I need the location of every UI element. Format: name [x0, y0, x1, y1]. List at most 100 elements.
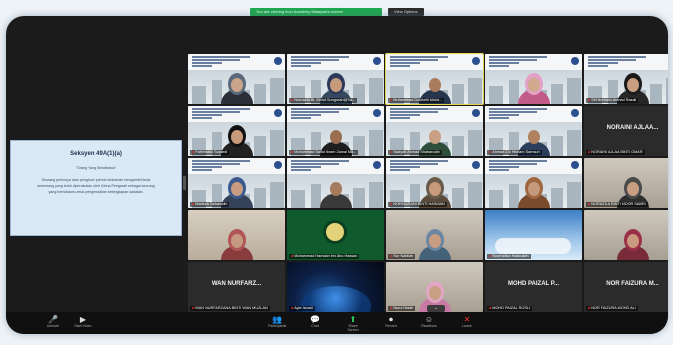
participant-name: WAN NURFARZANA BINTI WAN MUZLAN: [195, 306, 268, 310]
record-button[interactable]: ⏺ Record: [382, 315, 400, 332]
event-banner: [386, 54, 483, 70]
participant-tile[interactable]: ⌀Mohammad Hamdan bin Abu Hassan: [287, 210, 384, 260]
participant-tile[interactable]: NOR FAIZURA M... ⌀NOR FAIZURA MOHD ALI: [584, 262, 668, 312]
muted-mic-icon: ⌀: [489, 150, 492, 154]
participant-tile[interactable]: ⌀Ayie Ismail: [287, 262, 384, 312]
participant-name: Fathimatul Supardi: [195, 150, 228, 154]
participant-display-name: NORAINI AJLAA...: [606, 125, 659, 131]
muted-mic-icon: ⌀: [489, 254, 492, 258]
muted-mic-icon: ⌀: [588, 202, 591, 206]
muted-mic-icon: ⌀: [291, 254, 294, 258]
event-banner: [188, 54, 285, 70]
participants-button[interactable]: 👥 Participants: [268, 315, 286, 332]
view-options-button[interactable]: View Options: [388, 8, 424, 16]
agency-logo-icon: [472, 109, 480, 117]
muted-mic-icon: ⌀: [291, 306, 294, 310]
share-screen-button[interactable]: ⬆ Share Screen: [344, 315, 362, 332]
participant-name: Ayie Ismail: [294, 306, 313, 310]
participant-tile[interactable]: NORAINI AJLAA... ⌀NORAINI AJLAA BINTI OMA…: [584, 106, 668, 156]
event-banner: [584, 54, 668, 70]
participant-tile[interactable]: ⌀Fathimatul Supardi: [188, 106, 285, 156]
participant-name: Mohammad Hamdan bin Abu Hassan: [294, 254, 358, 258]
participant-name-label: ⌀Mohammad Saiful Ikram Zainal Ma...: [289, 150, 359, 155]
leave-button[interactable]: ✕ Leave: [458, 315, 476, 332]
participant-video: [613, 226, 653, 260]
participant-name: NOR FAIZURA MOHD ALI: [591, 306, 636, 310]
participant-tile[interactable]: ⌀Noorhafiza Hasbullah: [485, 210, 582, 260]
video-button[interactable]: ▶ Start Video: [74, 315, 92, 328]
meeting-toolbar: 🎤 Unmute ▶ Start Video 👥 Participants 💬 Chat ⬆ S…: [6, 312, 668, 334]
muted-mic-icon: ⌀: [192, 306, 195, 310]
participant-name: Muhammad Dzulkefli Mohd...: [393, 98, 443, 102]
participant-tile[interactable]: ⌀Siti Norhaini Ahmad Razali: [584, 54, 668, 104]
muted-mic-icon: ⌀: [291, 98, 294, 102]
participant-tile[interactable]: [287, 158, 384, 208]
event-banner: [485, 106, 582, 122]
reactions-icon: ☺: [424, 315, 434, 324]
participant-tile[interactable]: [188, 54, 285, 104]
participant-tile[interactable]: ⌀NORAZILA BINTI NOOR SABRI: [584, 158, 668, 208]
participant-tile[interactable]: ⌀Nurhaida Bt. Mohd Sungorah@Sa...: [287, 54, 384, 104]
participant-name-label: ⌀MOHD PAIZAL ROSLI: [487, 306, 533, 311]
muted-mic-icon: ⌀: [390, 306, 393, 310]
participant-name-label: ⌀Nurul Hidah: [388, 306, 416, 311]
muted-mic-icon: ⌀: [390, 150, 393, 154]
event-banner: [188, 158, 285, 174]
gallery-scroll-down-button[interactable]: ⌄: [427, 305, 445, 312]
participant-tile[interactable]: ⌀NORHAZIANI BINTI HASMAN: [386, 158, 483, 208]
participant-name-label: ⌀NORHAZIANI BINTI HASMAN: [388, 202, 447, 207]
participant-tile[interactable]: [188, 210, 285, 260]
participant-video: [514, 70, 554, 104]
participant-gallery: ⌀Nurhaida Bt. Mohd Sungorah@Sa... ⌀Muhamm…: [188, 53, 668, 314]
agency-logo-icon: [373, 57, 381, 65]
participants-icon: 👥: [272, 315, 282, 324]
event-banner: [287, 158, 384, 174]
muted-mic-icon: ⌀: [588, 150, 591, 154]
participant-name: Nur Nabilah: [393, 254, 414, 258]
participant-tile[interactable]: [485, 158, 582, 208]
participant-name-label: ⌀WAN NURFARZANA BINTI WAN MUZLAN: [190, 306, 270, 311]
split-resize-handle[interactable]: [183, 176, 186, 190]
shared-screen-content: Seksyen 49A(1)(a) "Orang Yang Berwibawa"…: [10, 140, 182, 236]
participant-tile[interactable]: ⌀Mohammad Saiful Ikram Zainal Ma...: [287, 106, 384, 156]
reactions-button[interactable]: ☺ Reactions: [420, 315, 438, 332]
chat-button[interactable]: 💬 Chat: [306, 315, 324, 332]
agency-logo-icon: [274, 57, 282, 65]
toolbar-label: Unmute: [46, 324, 60, 328]
participant-name-label: ⌀Nadyah Ahmad Shaharudin: [388, 150, 442, 155]
toolbar-label: Record: [385, 324, 397, 328]
shared-screen-heading: Seksyen 49A(1)(a): [70, 151, 122, 157]
participant-display-name: NOR FAIZURA M...: [606, 281, 659, 287]
mic-button[interactable]: 🎤 Unmute: [44, 315, 62, 328]
participant-tile[interactable]: MOHD PAIZAL P... ⌀MOHD PAIZAL ROSLI: [485, 262, 582, 312]
record-icon: ⏺: [389, 315, 393, 324]
event-banner: [287, 106, 384, 122]
agency-logo-icon: [571, 57, 579, 65]
participant-tile[interactable]: [485, 54, 582, 104]
participant-name-label: ⌀Muhammad Dzulkefli Mohd...: [388, 98, 445, 103]
participant-tile[interactable]: WAN NURFARZ... ⌀WAN NURFARZANA BINTI WAN …: [188, 262, 285, 312]
participant-name-label: ⌀NOR FAIZURA MOHD ALI: [586, 306, 638, 311]
toolbar-label: Chat: [311, 324, 319, 328]
participant-name-label: ⌀NORAZILA BINTI NOOR SABRI: [586, 202, 648, 207]
participant-tile[interactable]: ⌀Nur Nabilah: [386, 210, 483, 260]
event-banner: [386, 158, 483, 174]
participant-tile[interactable]: ⌀Nadyah Ahmad Shaharudin: [386, 106, 483, 156]
chat-icon: 💬: [310, 315, 320, 324]
shared-screen-line: "Orang Yang Berwibawa": [75, 166, 117, 170]
participant-tile[interactable]: ⌀Ahmad Zul Hisham Samsuri: [485, 106, 582, 156]
participant-name: NORHAZIANI BINTI HASMAN: [393, 202, 445, 206]
muted-mic-icon: ⌀: [390, 254, 393, 258]
event-banner: [287, 54, 384, 70]
participant-tile[interactable]: [584, 210, 668, 260]
participant-name: Ahmad Zul Hisham Samsuri: [492, 150, 540, 154]
participant-name-label: ⌀Ayie Ismail: [289, 306, 315, 311]
participant-name: Mohammad Saiful Ikram Zainal Ma...: [294, 150, 357, 154]
toolbar-label: Participants: [268, 324, 287, 328]
participant-tile[interactable]: ⌀Muhammad Dzulkefli Mohd...: [385, 53, 484, 105]
participant-tile[interactable]: ⌀Mahirah Saharudin: [188, 158, 285, 208]
participant-name-label: ⌀Nurhaida Bt. Mohd Sungorah@Sa...: [289, 98, 358, 103]
agency-logo-icon: [373, 109, 381, 117]
participant-name: Nurul Hidah: [393, 306, 414, 310]
toolbar-label: Share Screen: [347, 324, 359, 332]
